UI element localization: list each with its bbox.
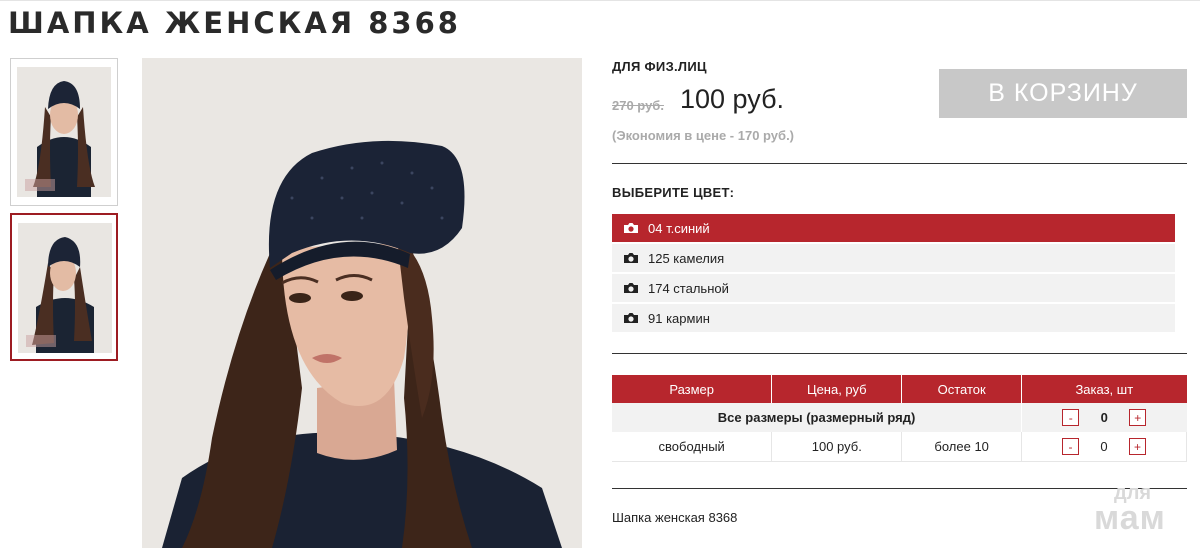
watermark-line-2: мам: [1094, 499, 1166, 537]
table-row: свободный 100 руб. более 10 - 0 +: [612, 432, 1187, 462]
color-option-label: 174 стальной: [648, 280, 729, 296]
camera-icon: [624, 253, 638, 263]
size-cell: свободный: [612, 432, 773, 462]
column-header-stock: Остаток: [901, 375, 1023, 403]
color-option-label: 04 т.синий: [648, 220, 710, 236]
column-header-price: Цена, руб: [771, 375, 903, 403]
quantity-cell: - 0 +: [1021, 432, 1187, 462]
quantity-value[interactable]: 0: [1079, 439, 1129, 454]
column-header-size: Размер: [612, 375, 773, 403]
color-option-label: 125 камелия: [648, 250, 725, 266]
color-option-04[interactable]: 04 т.синий: [612, 214, 1175, 242]
buyer-type-label: ДЛЯ ФИЗ.ЛИЦ: [612, 59, 707, 74]
decrease-quantity-button[interactable]: -: [1062, 409, 1080, 426]
product-main-image: [142, 58, 582, 548]
sizes-table: Размер Цена, руб Остаток Заказ, шт Все р…: [612, 375, 1187, 462]
savings-text: (Экономия в цене - 170 руб.): [612, 128, 795, 143]
gallery-thumbnail-1[interactable]: [10, 58, 118, 206]
top-border: [0, 0, 1200, 5]
divider: [612, 353, 1187, 354]
color-list: 04 т.синий 125 камелия 174 стальной 91 к…: [612, 214, 1175, 334]
stock-cell: более 10: [901, 432, 1023, 462]
thumbnail-photo: [18, 223, 112, 353]
color-option-91[interactable]: 91 кармин: [612, 304, 1175, 332]
camera-icon: [624, 283, 638, 293]
camera-icon: [624, 313, 638, 323]
column-header-order: Заказ, шт: [1021, 375, 1187, 403]
color-option-label: 91 кармин: [648, 310, 710, 326]
current-price: 100 руб.: [680, 84, 785, 114]
thumbnail-photo: [17, 67, 111, 197]
all-sizes-row: Все размеры (размерный ряд) - 0 +: [612, 403, 1187, 432]
watermark-logo: для мам: [1094, 483, 1166, 537]
gallery-thumbnail-2-selected[interactable]: [10, 213, 118, 361]
quantity-cell: - 0 +: [1021, 403, 1187, 432]
decrease-quantity-button[interactable]: -: [1062, 438, 1080, 455]
all-sizes-label: Все размеры (размерный ряд): [612, 403, 1023, 432]
color-option-125[interactable]: 125 камелия: [612, 244, 1175, 272]
divider: [612, 163, 1187, 164]
page-title: ШАПКА ЖЕНСКАЯ 8368: [8, 6, 461, 40]
old-price: 270 руб.: [612, 98, 664, 113]
table-header-row: Размер Цена, руб Остаток Заказ, шт: [612, 375, 1187, 403]
quantity-value[interactable]: 0: [1079, 410, 1129, 425]
increase-quantity-button[interactable]: +: [1129, 438, 1147, 455]
product-description: Шапка женская 8368: [612, 510, 738, 525]
add-to-cart-button[interactable]: В КОРЗИНУ: [939, 69, 1187, 118]
color-option-174[interactable]: 174 стальной: [612, 274, 1175, 302]
price-cell: 100 руб.: [771, 432, 903, 462]
color-section-title: ВЫБЕРИТЕ ЦВЕТ:: [612, 185, 735, 200]
camera-icon: [624, 223, 638, 233]
increase-quantity-button[interactable]: +: [1129, 409, 1147, 426]
